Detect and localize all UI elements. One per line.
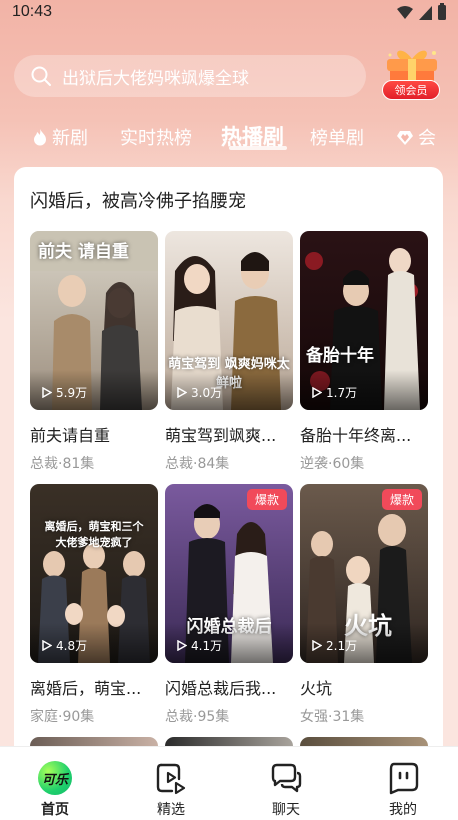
search-placeholder: 出狱后大佬妈咪飒爆全球 — [62, 68, 249, 89]
drama-meta: 总裁·84集 — [165, 456, 230, 472]
drama-meta: 总裁·95集 — [165, 709, 230, 725]
nav-me[interactable]: 我的 — [363, 747, 443, 819]
drama-title[interactable]: 火坑 — [300, 675, 428, 699]
drama-poster[interactable]: 备胎十年 1.7万 — [300, 231, 428, 410]
status-time: 10:43 — [12, 3, 53, 20]
bottom-nav: 可乐 首页 精选 聊天 我的 — [0, 746, 458, 820]
nav-featured[interactable]: 精选 — [131, 747, 211, 819]
play-count-value: 1.7万 — [326, 386, 358, 400]
tab-ranking[interactable]: 榜单剧 — [310, 124, 364, 150]
play-count-value: 3.0万 — [191, 386, 223, 400]
tab-label: 会 — [418, 128, 436, 149]
drama-meta: 逆袭·60集 — [300, 456, 365, 472]
play-count-value: 2.1万 — [326, 639, 358, 653]
drama-title[interactable]: 备胎十年终离... — [300, 422, 428, 446]
nav-label: 我的 — [389, 802, 417, 818]
drama-title[interactable]: 前夫请自重 — [30, 422, 158, 446]
drama-poster[interactable]: 离婚后，萌宝和三个大佬爹地宠疯了 4.8万 — [30, 484, 158, 663]
nav-label: 精选 — [157, 802, 185, 818]
tab-active-indicator — [229, 146, 287, 150]
tab-label: 实时热榜 — [120, 128, 192, 149]
search-icon — [31, 66, 51, 86]
tab-label: 榜单剧 — [310, 128, 364, 149]
poster-caption: 离婚后，萌宝和三个大佬爹地宠疯了 — [44, 520, 144, 549]
play-count: 2.1万 — [312, 637, 357, 654]
play-icon — [42, 387, 52, 398]
play-icon — [42, 640, 52, 651]
hot-badge: 爆款 — [246, 489, 287, 510]
play-count: 3.0万 — [177, 384, 222, 401]
nav-label: 首页 — [41, 802, 69, 818]
play-count-value: 4.1万 — [191, 639, 223, 653]
drama-card[interactable]: 爆款 闪婚总裁后 4.1万 闪婚总裁后我... 总裁·95集 — [165, 484, 293, 726]
poster-caption: 备胎十年 — [306, 346, 374, 366]
video-play-icon — [156, 763, 186, 795]
logo-text: 可乐 — [41, 772, 68, 788]
play-count: 4.1万 — [177, 637, 222, 654]
play-count: 4.8万 — [42, 637, 87, 654]
chat-bubbles-icon — [271, 763, 302, 793]
drama-meta: 家庭·90集 — [30, 709, 95, 725]
drama-meta: 女强·31集 — [300, 709, 365, 725]
drama-title[interactable]: 离婚后，萌宝... — [30, 675, 158, 699]
app-logo-icon: 可乐 — [38, 761, 72, 795]
category-tabs: 新剧 实时热榜 热播剧 榜单剧 会 — [0, 120, 458, 156]
vip-button[interactable]: 领会员 — [382, 80, 440, 100]
drama-title[interactable]: 萌宝驾到飒爽... — [165, 422, 293, 446]
play-icon — [312, 387, 322, 398]
play-count-value: 5.9万 — [56, 386, 88, 400]
play-count: 5.9万 — [42, 384, 87, 401]
signal-icon — [419, 5, 432, 20]
drama-section-card: 闪婚后，被高冷佛子掐腰宠 前夫 请自重 5.9万 前夫请自重 总裁·81集 萌宝… — [14, 167, 443, 767]
drama-poster[interactable]: 爆款 火坑 2.1万 — [300, 484, 428, 663]
drama-card[interactable]: 备胎十年 1.7万 备胎十年终离... 逆袭·60集 — [300, 231, 428, 473]
play-icon — [312, 640, 322, 651]
drama-meta: 总裁·81集 — [30, 456, 95, 472]
tab-label: 新剧 — [52, 128, 88, 149]
drama-card[interactable]: 爆款 火坑 2.1万 火坑 女强·31集 — [300, 484, 428, 726]
nav-label: 聊天 — [272, 802, 300, 818]
wifi-icon — [397, 5, 413, 19]
drama-card[interactable]: 离婚后，萌宝和三个大佬爹地宠疯了 4.8万 离婚后，萌宝... 家庭·90集 — [30, 484, 158, 726]
play-count-value: 4.8万 — [56, 639, 88, 653]
play-icon — [177, 387, 187, 398]
drama-poster[interactable]: 前夫 请自重 5.9万 — [30, 231, 158, 410]
flame-icon — [34, 129, 46, 146]
poster-caption: 前夫 请自重 — [38, 242, 129, 262]
play-count: 1.7万 — [312, 384, 357, 401]
battery-icon — [438, 3, 446, 20]
drama-card[interactable]: 萌宝驾到 飒爽妈咪太鲜啦 3.0万 萌宝驾到飒爽... 总裁·84集 — [165, 231, 293, 473]
profile-face-icon — [389, 762, 419, 795]
play-icon — [177, 640, 187, 651]
drama-poster[interactable]: 萌宝驾到 飒爽妈咪太鲜啦 3.0万 — [165, 231, 293, 410]
tab-new[interactable]: 新剧 — [32, 124, 88, 150]
search-input[interactable]: 出狱后大佬妈咪飒爆全球 — [14, 55, 366, 97]
tab-member[interactable]: 会 — [396, 124, 436, 150]
drama-poster[interactable]: 爆款 闪婚总裁后 4.1万 — [165, 484, 293, 663]
tab-realtime[interactable]: 实时热榜 — [120, 124, 192, 150]
nav-chat[interactable]: 聊天 — [246, 747, 326, 819]
status-bar: 10:43 — [0, 0, 458, 26]
section-title[interactable]: 闪婚后，被高冷佛子掐腰宠 — [30, 187, 246, 213]
hot-badge: 爆款 — [381, 489, 422, 510]
drama-title[interactable]: 闪婚总裁后我... — [165, 675, 293, 699]
status-icons — [397, 3, 446, 20]
nav-home[interactable]: 可乐 首页 — [15, 747, 95, 819]
drama-card[interactable]: 前夫 请自重 5.9万 前夫请自重 总裁·81集 — [30, 231, 158, 473]
heart-diamond-icon — [397, 131, 413, 145]
